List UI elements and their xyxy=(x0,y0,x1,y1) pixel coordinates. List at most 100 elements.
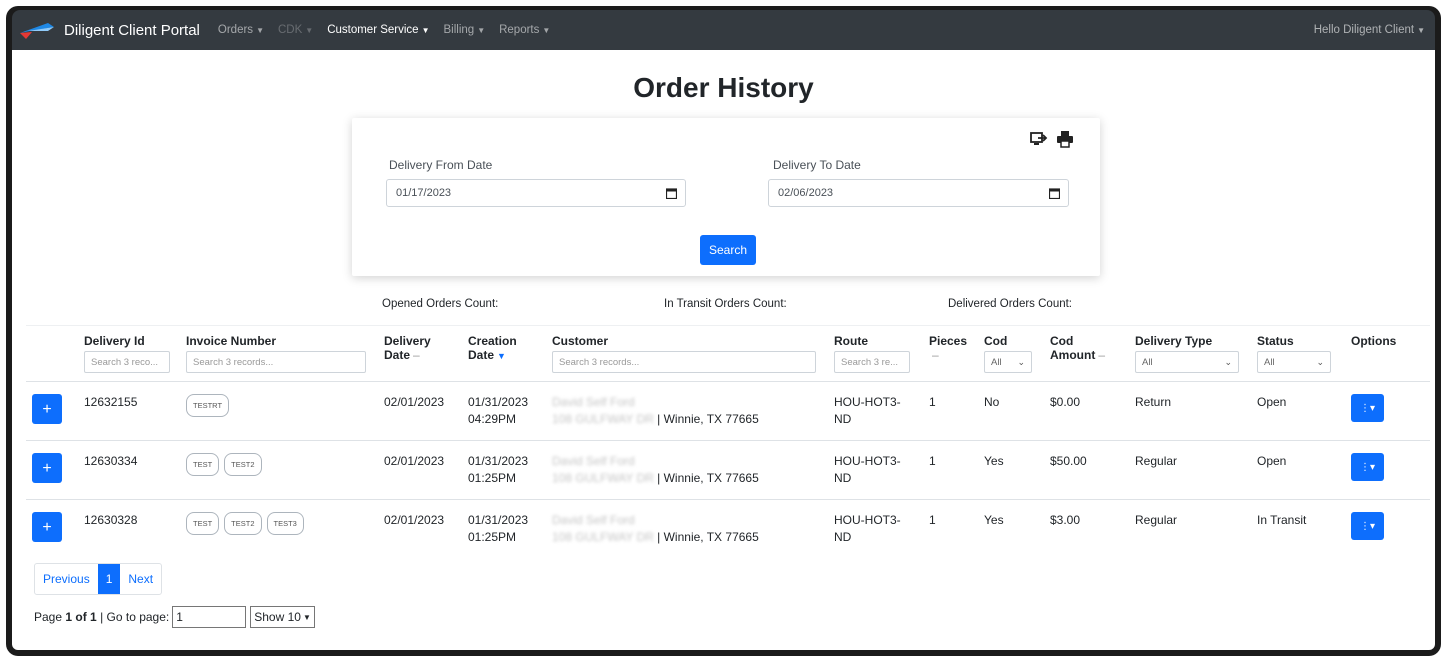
delivery-id-cell: 12632155 xyxy=(78,381,180,441)
route-line2: ND xyxy=(834,412,852,426)
header-cod[interactable]: Cod All ⌄ xyxy=(978,325,1044,382)
invoice-cell: TESTRT xyxy=(180,381,378,441)
invoice-badge: TEST2 xyxy=(224,453,262,476)
caret-down-icon: ▼ xyxy=(477,26,486,35)
page-size-select[interactable]: Show 10 ▼ xyxy=(250,606,315,628)
calendar-icon[interactable] xyxy=(666,188,677,199)
header-delivery-type[interactable]: Delivery Type All ⌄ xyxy=(1129,325,1251,382)
invoice-badge: TEST2 xyxy=(224,512,262,535)
expand-row-button[interactable]: + xyxy=(32,453,62,483)
delivered-orders-count: Delivered Orders Count: xyxy=(948,298,1072,310)
header-delivery-date-line2: Date xyxy=(384,348,411,362)
header-delivery-id[interactable]: Delivery Id Search 3 reco... xyxy=(78,325,180,382)
cod-amount-cell: $0.00 xyxy=(1044,381,1129,441)
invoice-badge: TEST xyxy=(186,453,220,476)
chevron-down-icon: ⌄ xyxy=(1224,356,1232,367)
invoice-cell: TEST TEST2 TEST3 xyxy=(180,499,378,558)
delivery-type-filter-select[interactable]: All ⌄ xyxy=(1135,351,1239,373)
caret-down-icon: ▼ xyxy=(1417,26,1425,35)
sort-neutral-icon[interactable]: – xyxy=(1098,348,1105,362)
next-page-button[interactable]: Next xyxy=(120,564,161,594)
delivery-date-cell: 02/01/2023 xyxy=(378,499,462,558)
header-invoice-number[interactable]: Invoice Number Search 3 records... xyxy=(180,325,378,382)
options-cell: ⋮▾ xyxy=(1345,381,1430,441)
header-customer[interactable]: Customer Search 3 records... xyxy=(546,325,828,382)
customer-city: | Winnie, TX 77665 xyxy=(653,412,759,426)
brand-logo-icon xyxy=(20,23,54,39)
customer-city: | Winnie, TX 77665 xyxy=(653,471,759,485)
nav-customer-service[interactable]: Customer Service ▼ xyxy=(327,24,429,36)
pagination: Previous 1 Next xyxy=(34,563,163,595)
expand-cell: + xyxy=(26,381,78,441)
status-filter-select[interactable]: All ⌄ xyxy=(1257,351,1331,373)
expand-row-button[interactable]: + xyxy=(32,512,62,542)
previous-page-button[interactable]: Previous xyxy=(35,564,98,594)
chevron-down-icon: ⌄ xyxy=(1316,356,1324,367)
delivery-date-cell: 02/01/2023 xyxy=(378,440,462,500)
delivery-type-filter-value: All xyxy=(1142,356,1153,368)
invoice-filter-input[interactable]: Search 3 records... xyxy=(186,351,366,373)
from-date-label: Delivery From Date xyxy=(389,158,493,172)
delivery-id-filter-input[interactable]: Search 3 reco... xyxy=(84,351,170,373)
status-filter-value: All xyxy=(1264,356,1275,368)
to-date-value: 02/06/2023 xyxy=(778,187,834,199)
delivery-id-cell: 12630328 xyxy=(78,499,180,558)
to-date-input[interactable]: 02/06/2023 xyxy=(768,179,1069,207)
from-date-input[interactable]: 01/17/2023 xyxy=(386,179,686,207)
options-dropdown-button[interactable]: ⋮▾ xyxy=(1351,453,1384,481)
header-creation-date[interactable]: Creation Date ▼ xyxy=(462,325,546,382)
header-options-label: Options xyxy=(1351,334,1397,348)
sort-neutral-icon[interactable]: – xyxy=(413,348,420,362)
nav-reports[interactable]: Reports ▼ xyxy=(499,24,550,36)
search-button[interactable]: Search xyxy=(700,235,756,265)
expand-cell: + xyxy=(26,499,78,558)
options-dropdown-button[interactable]: ⋮▾ xyxy=(1351,512,1384,540)
user-menu[interactable]: Hello Diligent Client ▼ xyxy=(1314,24,1425,36)
route-line1: HOU-HOT3- xyxy=(834,513,901,527)
creation-date-cell: 01/31/2023 01:25PM xyxy=(462,440,546,500)
nav-cdk[interactable]: CDK ▼ xyxy=(278,24,313,36)
route-line1: HOU-HOT3- xyxy=(834,454,901,468)
chevron-down-icon: ▼ xyxy=(302,612,311,622)
header-cod-amount-line2: Amount xyxy=(1050,348,1096,362)
brand[interactable]: Diligent Client Portal xyxy=(18,19,200,41)
pieces-cell: 1 xyxy=(923,440,978,500)
creation-date: 01/31/2023 xyxy=(468,395,529,409)
invoice-badge: TEST xyxy=(186,512,220,535)
calendar-icon[interactable] xyxy=(1049,188,1060,199)
sort-neutral-icon[interactable]: – xyxy=(932,348,939,362)
cod-filter-select[interactable]: All ⌄ xyxy=(984,351,1032,373)
header-status[interactable]: Status All ⌄ xyxy=(1251,325,1345,382)
options-dropdown-button[interactable]: ⋮▾ xyxy=(1351,394,1384,422)
nav-billing[interactable]: Billing ▼ xyxy=(444,24,486,36)
header-delivery-date[interactable]: Delivery Date – xyxy=(378,325,462,382)
route-filter-input[interactable]: Search 3 re... xyxy=(834,351,910,373)
card-toolbar xyxy=(1030,130,1074,148)
main-content: Order History Delivery From Date 01/17/2… xyxy=(12,50,1435,650)
customer-city: | Winnie, TX 77665 xyxy=(653,530,759,544)
header-invoice-number-label: Invoice Number xyxy=(186,334,277,348)
delivery-type-cell: Return xyxy=(1129,381,1251,441)
to-date-label: Delivery To Date xyxy=(773,158,861,172)
current-page-button[interactable]: 1 xyxy=(97,564,121,594)
goto-page-input[interactable]: 1 xyxy=(172,606,247,628)
route-cell: HOU-HOT3- ND xyxy=(828,381,923,441)
top-navbar: Diligent Client Portal Orders ▼ CDK ▼ Cust… xyxy=(12,10,1435,50)
page-of: 1 of 1 xyxy=(65,610,97,624)
nav-reports-label: Reports xyxy=(499,24,540,36)
customer-street: 108 GULFWAY DR xyxy=(552,471,654,485)
header-route[interactable]: Route Search 3 re... xyxy=(828,325,923,382)
customer-cell: David Self Ford 108 GULFWAY DR | Winnie, … xyxy=(546,440,828,500)
caret-down-icon: ▼ xyxy=(421,26,430,35)
export-icon[interactable] xyxy=(1030,130,1048,148)
print-icon[interactable] xyxy=(1056,130,1074,148)
customer-filter-input[interactable]: Search 3 records... xyxy=(552,351,816,373)
sort-desc-icon[interactable]: ▼ xyxy=(497,351,506,361)
nav-orders[interactable]: Orders ▼ xyxy=(218,24,264,36)
header-pieces[interactable]: Pieces – xyxy=(923,325,978,382)
expand-row-button[interactable]: + xyxy=(32,394,62,424)
chevron-down-icon: ⌄ xyxy=(1017,356,1025,367)
header-cod-amount[interactable]: Cod Amount – xyxy=(1044,325,1129,382)
caret-down-icon: ▼ xyxy=(305,26,314,35)
header-customer-label: Customer xyxy=(552,334,609,348)
